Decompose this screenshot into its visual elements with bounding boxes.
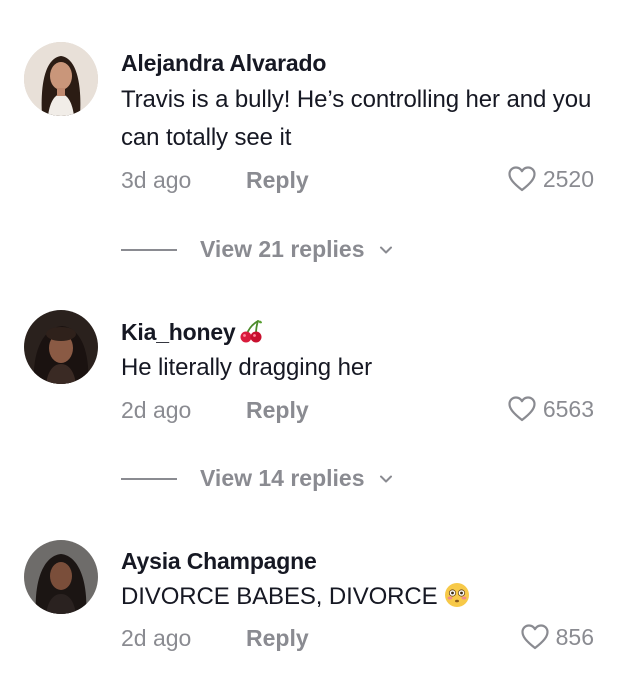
divider [121, 477, 177, 480]
chevron-down-icon [379, 246, 392, 253]
comment-username[interactable]: Aysia Champagne [121, 548, 317, 575]
heart-icon [508, 396, 536, 422]
view-replies-button[interactable]: View 14 replies [121, 465, 395, 492]
comment-username[interactable]: Alejandra Alvarado [121, 50, 326, 77]
like-button[interactable]: 856 [520, 623, 594, 651]
comment-timestamp: 2d ago [121, 625, 192, 651]
avatar[interactable] [24, 42, 98, 116]
comment-meta: 2d ago Reply [121, 625, 309, 652]
heart-icon [521, 624, 549, 650]
like-count: 2520 [542, 165, 594, 192]
comment-timestamp: 3d ago [121, 167, 192, 193]
like-button[interactable]: 6563 [507, 395, 594, 423]
view-replies-label: View 14 replies [200, 465, 365, 491]
avatar[interactable] [24, 540, 98, 614]
like-button[interactable]: 2520 [507, 165, 594, 193]
flushed-face-icon [444, 583, 469, 607]
comment-meta: 2d ago Reply [121, 397, 309, 424]
comment-username[interactable]: Kia_honey [121, 318, 264, 346]
chevron-down-icon [379, 475, 392, 482]
divider [121, 248, 177, 251]
view-replies-label: View 21 replies [200, 236, 365, 262]
cherry-icon [240, 320, 262, 343]
like-count: 6563 [542, 395, 594, 422]
reply-button[interactable]: Reply [246, 167, 309, 194]
avatar[interactable] [24, 310, 98, 384]
comment-meta: 3d ago Reply [121, 167, 309, 194]
view-replies-button[interactable]: View 21 replies [121, 236, 395, 263]
comment-text: DIVORCE BABES, DIVORCE [121, 578, 611, 616]
heart-icon [508, 166, 536, 192]
comment-text: Travis is a bully! He’s controlling her … [121, 86, 592, 151]
comment-timestamp: 2d ago [121, 397, 192, 423]
like-count: 856 [555, 623, 594, 650]
reply-button[interactable]: Reply [246, 397, 309, 424]
reply-button[interactable]: Reply [246, 625, 309, 652]
comment-text: He literally dragging her [121, 354, 372, 381]
